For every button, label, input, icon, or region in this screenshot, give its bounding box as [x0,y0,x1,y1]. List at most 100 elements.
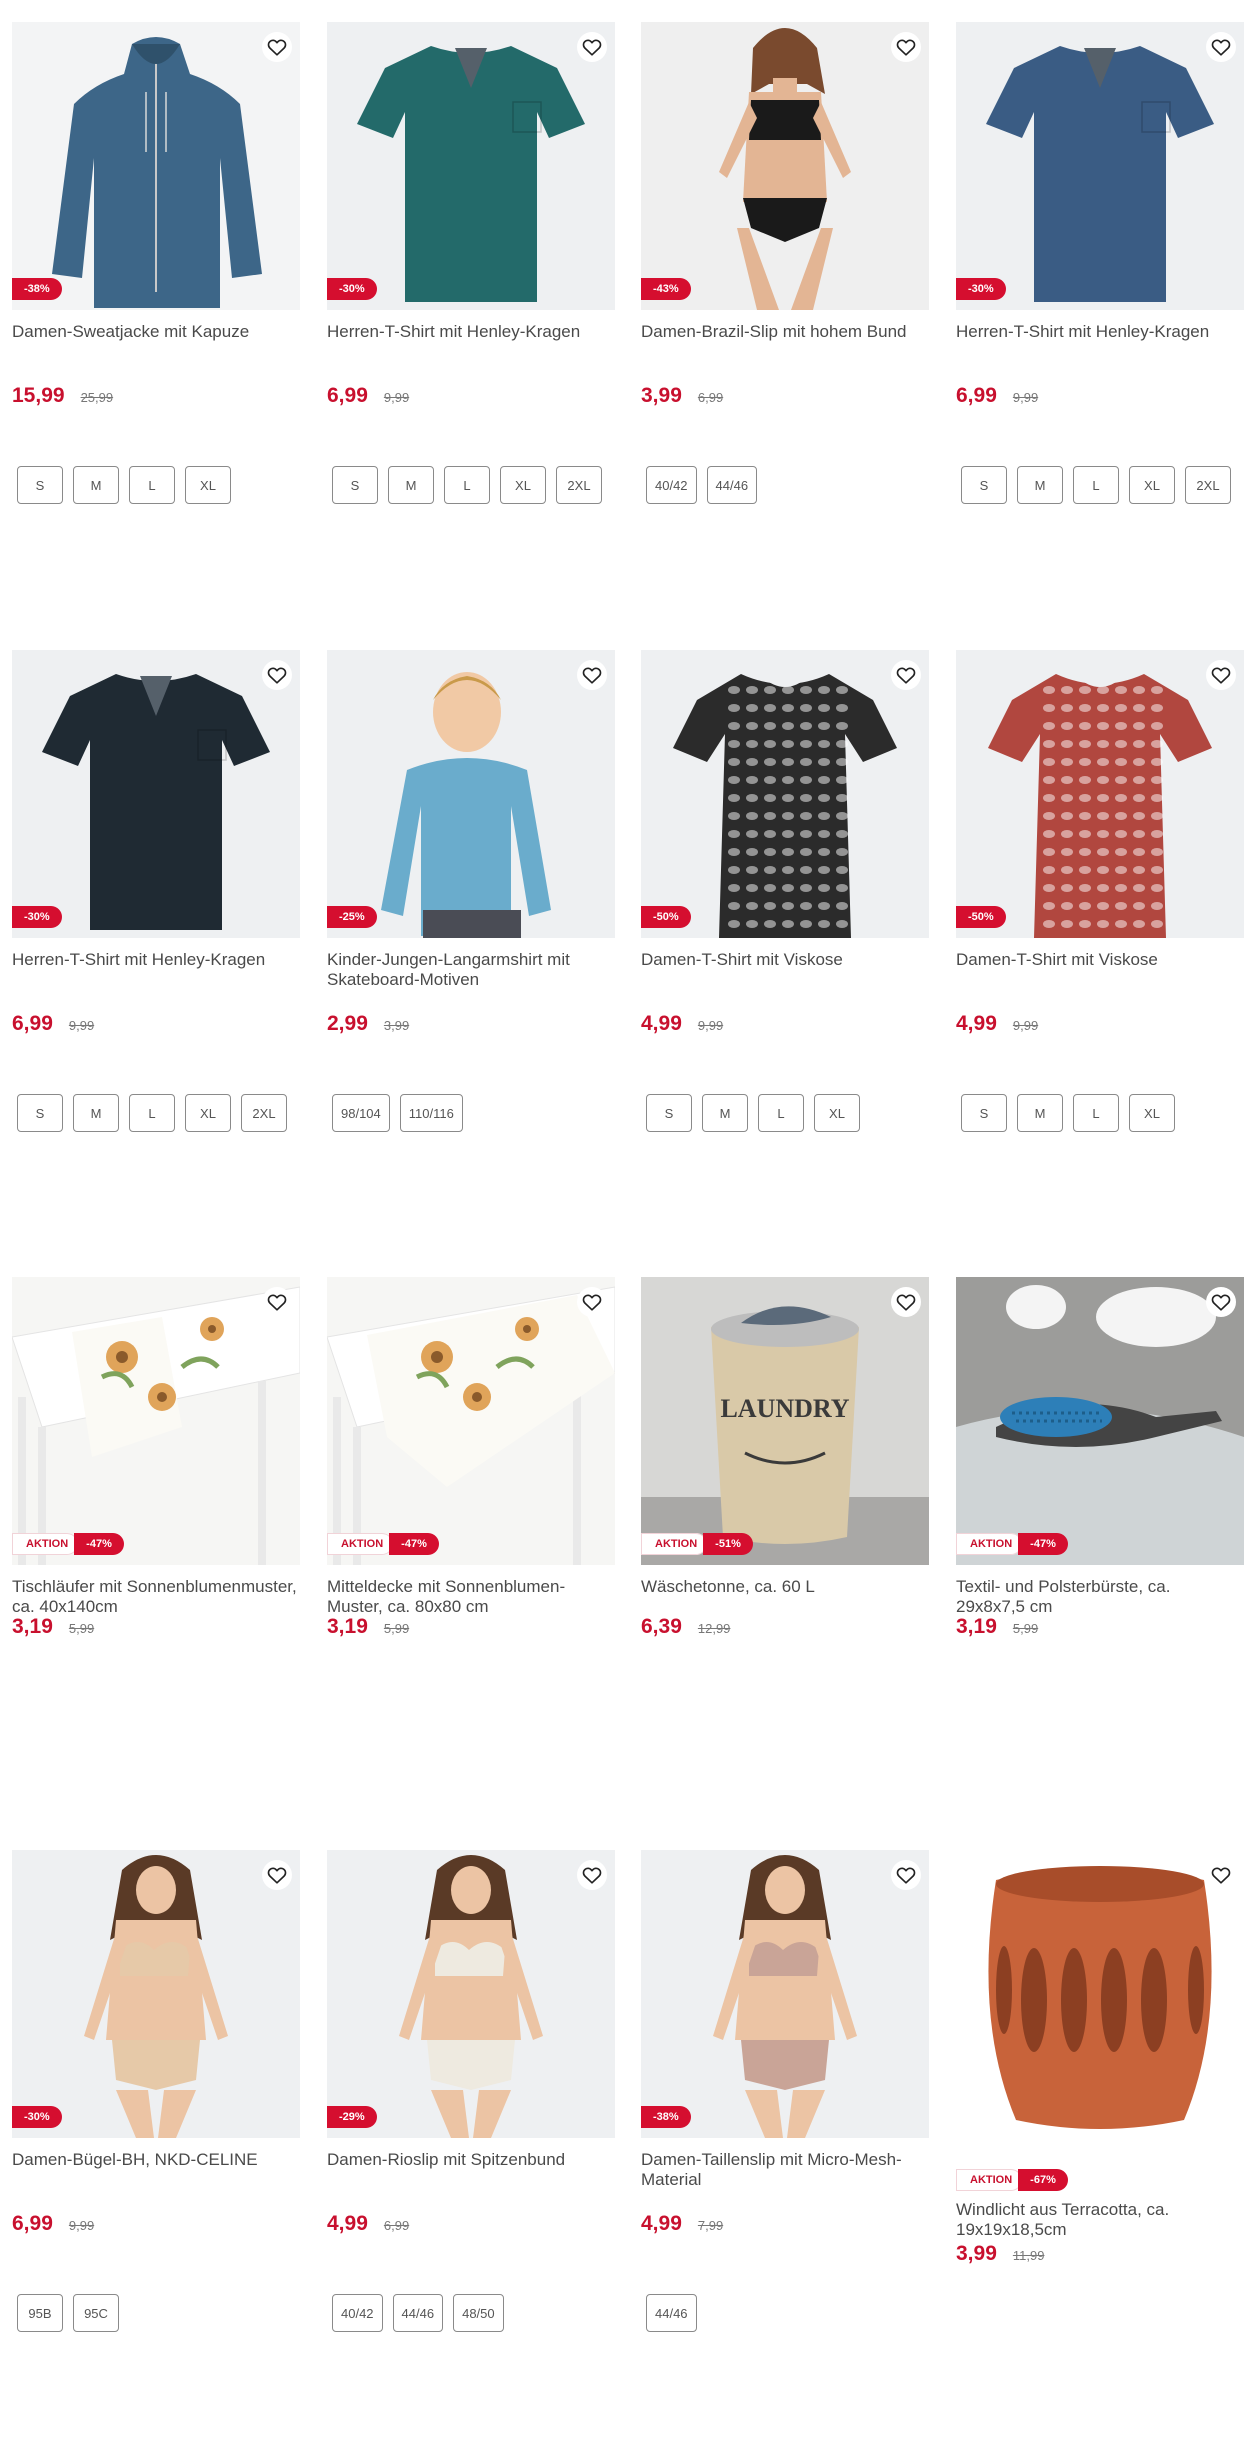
product-image[interactable]: -38% [12,22,300,310]
product-card[interactable]: -50% Damen-T-Shirt mit Viskose 4,99 9,99 S M L… [641,650,929,1132]
size-option[interactable]: 2XL [241,1094,287,1132]
product-image[interactable]: -30% [12,650,300,938]
favorite-button[interactable] [262,1287,292,1317]
product-title[interactable]: Damen-Sweatjacke mit Kapuze [12,322,300,362]
favorite-button[interactable] [1206,32,1236,62]
product-title[interactable]: Damen-Bügel-BH, NKD-CELINE [12,2150,300,2190]
size-option[interactable]: XL [1129,466,1175,504]
product-image[interactable]: -30% [327,22,615,310]
size-option[interactable]: 44/46 [706,466,758,504]
favorite-button[interactable] [262,660,292,690]
product-card[interactable]: -43% Damen-Brazil-Slip mit hohem Bund 3,99… [641,22,929,504]
favorite-button[interactable] [1206,660,1236,690]
size-option[interactable]: M [73,1094,119,1132]
product-card[interactable]: AKTION -47% Textil- und Polsterbürste, ca.… [956,1277,1244,1639]
product-image[interactable]: AKTION -47% [327,1277,615,1565]
product-title[interactable]: Kinder-Jungen-Langarmshirt mit Skateboar… [327,950,615,990]
size-option[interactable]: 44/46 [646,2294,697,2332]
product-image[interactable]: -38% [641,1850,929,2138]
product-title[interactable]: Damen-T-Shirt mit Viskose [641,950,929,990]
size-option[interactable]: 98/104 [332,1094,390,1132]
favorite-button[interactable] [1206,1287,1236,1317]
size-option[interactable]: L [1073,466,1119,504]
product-image[interactable]: LAUNDRY AKTION -51% [641,1277,929,1565]
size-option[interactable]: 2XL [1185,466,1231,504]
product-image[interactable]: -30% [12,1850,300,2138]
size-option[interactable]: M [388,466,434,504]
product-title[interactable]: Damen-Rioslip mit Spitzenbund [327,2150,615,2190]
product-image[interactable]: AKTION -47% [12,1277,300,1565]
favorite-button[interactable] [577,1287,607,1317]
size-option[interactable]: 40/42 [332,2294,383,2332]
product-card[interactable]: -38% Damen-Taillenslip mit Micro-Mesh-Mat… [641,1850,929,2332]
size-option[interactable]: S [332,466,378,504]
favorite-button[interactable] [891,1287,921,1317]
product-card[interactable]: AKTION -67% Windlicht aus Terracotta, ca. … [956,1850,1244,2266]
product-card[interactable]: -50% Damen-T-Shirt mit Viskose 4,99 9,99 S M L… [956,650,1244,1132]
size-option[interactable]: L [129,466,175,504]
product-image[interactable]: AKTION -47% [956,1277,1244,1565]
size-option[interactable]: S [17,1094,63,1132]
product-title[interactable]: Herren-T-Shirt mit Henley-Kragen [327,322,615,362]
size-option[interactable]: 48/50 [453,2294,504,2332]
product-title[interactable]: Herren-T-Shirt mit Henley-Kragen [956,322,1244,362]
size-option[interactable]: M [1017,1094,1063,1132]
favorite-button[interactable] [891,32,921,62]
size-option[interactable]: 110/116 [399,1094,463,1132]
product-card[interactable]: AKTION -47% Mitteldecke mit Sonnenblumen-M… [327,1277,615,1639]
product-title[interactable]: Tischläufer mit Sonnenblumenmuster, ca. … [12,1577,300,1617]
size-option[interactable]: 44/46 [392,2294,444,2332]
product-image[interactable]: -50% [956,650,1244,938]
product-title[interactable]: Windlicht aus Terracotta, ca. 19x19x18,5… [956,2200,1244,2240]
product-image[interactable]: -25% [327,650,615,938]
size-option[interactable]: M [1017,466,1063,504]
size-option[interactable]: 2XL [556,466,602,504]
size-option[interactable]: L [1073,1094,1119,1132]
size-option[interactable]: 95B [17,2294,63,2332]
favorite-button[interactable] [262,1860,292,1890]
product-title[interactable]: Damen-T-Shirt mit Viskose [956,950,1244,990]
size-option[interactable]: 95C [73,2294,119,2332]
product-card[interactable]: -30% Herren-T-Shirt mit Henley-Kragen 6,99… [956,22,1244,504]
size-option[interactable]: L [758,1094,804,1132]
size-option[interactable]: XL [185,1094,231,1132]
size-option[interactable]: S [961,1094,1007,1132]
product-title[interactable]: Damen-Brazil-Slip mit hohem Bund [641,322,929,362]
product-card[interactable]: AKTION -47% Tischläufer mit Sonnenblumenmu… [12,1277,300,1639]
product-card[interactable]: -38% Damen-Sweatjacke mit Kapuze 15,99 25,9… [12,22,300,504]
size-option[interactable]: S [646,1094,692,1132]
size-option[interactable]: M [73,466,119,504]
size-option[interactable]: XL [1129,1094,1175,1132]
size-option[interactable]: 40/42 [646,466,697,504]
size-option[interactable]: L [444,466,490,504]
product-card[interactable]: -29% Damen-Rioslip mit Spitzenbund 4,99 6,9… [327,1850,615,2332]
product-image[interactable] [956,1850,1244,2138]
size-option[interactable]: XL [814,1094,860,1132]
favorite-button[interactable] [891,1860,921,1890]
size-option[interactable]: S [17,466,63,504]
size-option[interactable]: XL [185,466,231,504]
product-image[interactable]: -30% [956,22,1244,310]
product-title[interactable]: Wäschetonne, ca. 60 L [641,1577,929,1617]
product-title[interactable]: Damen-Taillenslip mit Micro-Mesh-Materia… [641,2150,929,2190]
size-option[interactable]: M [702,1094,748,1132]
favorite-button[interactable] [1206,1860,1236,1890]
size-option[interactable]: XL [500,466,546,504]
product-title[interactable]: Herren-T-Shirt mit Henley-Kragen [12,950,300,990]
product-image[interactable]: -29% [327,1850,615,2138]
product-card[interactable]: LAUNDRY AKTION -51% Wäschetonne, ca. 60 L6… [641,1277,929,1639]
product-card[interactable]: -30% Herren-T-Shirt mit Henley-Kragen 6,99… [327,22,615,504]
favorite-button[interactable] [577,660,607,690]
product-title[interactable]: Mitteldecke mit Sonnenblumen-Muster, ca.… [327,1577,615,1617]
size-option[interactable]: L [129,1094,175,1132]
favorite-button[interactable] [577,1860,607,1890]
product-card[interactable]: -30% Herren-T-Shirt mit Henley-Kragen 6,99… [12,650,300,1132]
product-title[interactable]: Textil- und Polsterbürste, ca. 29x8x7,5 … [956,1577,1244,1617]
product-image[interactable]: -50% [641,650,929,938]
product-card[interactable]: -30% Damen-Bügel-BH, NKD-CELINE 6,99 9,99 95… [12,1850,300,2332]
favorite-button[interactable] [262,32,292,62]
favorite-button[interactable] [891,660,921,690]
product-image[interactable]: -43% [641,22,929,310]
product-card[interactable]: -25% Kinder-Jungen-Langarmshirt mit Skate… [327,650,615,1132]
size-option[interactable]: S [961,466,1007,504]
